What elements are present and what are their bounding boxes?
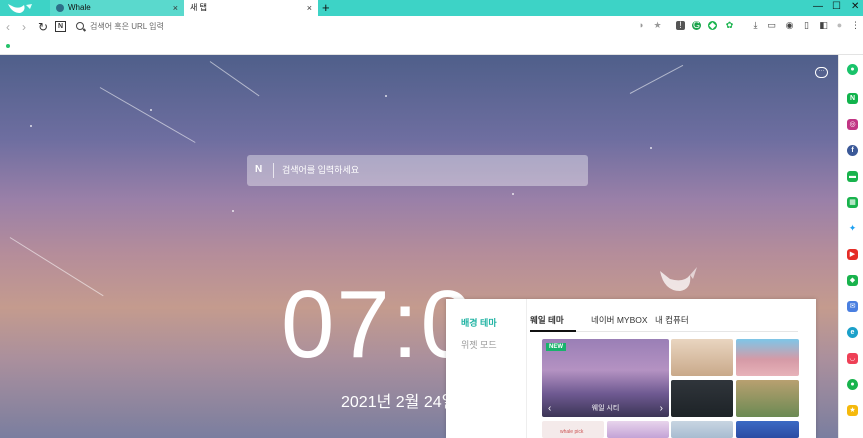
star-dot: [30, 125, 32, 127]
shield-icon[interactable]: ◗: [636, 20, 647, 31]
line-icon[interactable]: ▬: [847, 171, 858, 182]
whale-icon[interactable]: ●: [847, 64, 858, 75]
chevron-right-icon[interactable]: ›: [660, 403, 663, 414]
search-input[interactable]: 검색어를 입력하세요: [282, 164, 359, 177]
search-icon: [76, 22, 84, 30]
tab-new[interactable]: 새 탭 ×: [184, 0, 318, 16]
theme-thumb[interactable]: [736, 380, 799, 417]
reload-icon[interactable]: ↻: [38, 19, 48, 35]
right-sidebar: ● N ◎ f ▬ ▦ ✦ ▶ ◆ ✉ e ◡ ● ★: [838, 55, 863, 438]
close-window-icon[interactable]: ✕: [851, 0, 859, 14]
tab-strip: Whale × 새 탭 × + — ☐ ✕: [0, 0, 863, 16]
close-icon[interactable]: ×: [173, 0, 178, 16]
whale-logo-icon[interactable]: [6, 1, 36, 15]
star-icon[interactable]: ★: [847, 405, 858, 416]
minimize-icon[interactable]: —: [813, 0, 823, 14]
video-icon[interactable]: ▭: [766, 20, 777, 31]
close-icon[interactable]: ×: [307, 0, 312, 16]
facebook-icon[interactable]: f: [847, 145, 858, 156]
pocket-icon[interactable]: ◡: [847, 353, 858, 364]
camera-icon[interactable]: ◉: [784, 20, 795, 31]
tab-my-computer[interactable]: 내 컴퓨터: [655, 314, 689, 326]
translate-icon[interactable]: ◆: [708, 21, 717, 30]
new-tab-button[interactable]: +: [322, 0, 330, 16]
tab-title: Whale: [68, 3, 91, 12]
theme-thumb[interactable]: [736, 421, 799, 438]
side-item-widget-mode[interactable]: 위젯 모드: [461, 338, 497, 351]
bookmark-star-icon[interactable]: ★: [652, 20, 663, 31]
meteor-streak: [209, 61, 260, 97]
theme-thumb-label: whale pick: [560, 429, 584, 435]
new-tab-page: ··· N 검색어를 입력하세요 07:0 2021년 2월 24일 배경 테마…: [0, 55, 838, 438]
tab-naver-mybox[interactable]: 네이버 MYBOX: [591, 314, 648, 326]
theme-thumb[interactable]: [736, 339, 799, 376]
reader-icon[interactable]: ▯: [801, 20, 812, 31]
side-item-background-theme[interactable]: 배경 테마: [461, 316, 497, 329]
theme-thumb[interactable]: [607, 421, 669, 438]
naver-icon[interactable]: N: [847, 93, 858, 104]
maximize-icon[interactable]: ☐: [832, 0, 841, 14]
menu-icon[interactable]: ⋮: [850, 20, 861, 31]
alarm-icon[interactable]: ◆: [847, 275, 858, 286]
search-box[interactable]: N 검색어를 입력하세요: [247, 155, 588, 186]
theme-thumb[interactable]: [671, 421, 733, 438]
twitter-icon[interactable]: ✦: [847, 223, 858, 234]
tab-title: 새 탭: [190, 3, 207, 12]
star-dot: [150, 109, 152, 111]
active-tab-indicator: [530, 330, 576, 332]
meteor-streak: [9, 237, 104, 297]
tab-whale[interactable]: Whale ×: [50, 0, 184, 16]
star-dot: [512, 193, 514, 195]
chat-icon[interactable]: ●: [847, 379, 858, 390]
whale-favicon-icon: [56, 4, 64, 12]
forward-icon[interactable]: ›: [22, 19, 26, 35]
whale-watermark-icon: [660, 267, 697, 291]
bookmark-bar: [0, 38, 863, 55]
feedback-chat-icon[interactable]: ···: [815, 67, 828, 78]
meteor-streak: [99, 87, 196, 143]
toolbar: ‹ › ↻ N 검색어 혹은 URL 입력 ◗ ★ ! G ◆ ✿ ⤓ ▭ ◉ …: [0, 16, 863, 38]
naver-icon: N: [255, 164, 263, 175]
meteor-streak: [629, 64, 684, 94]
edge-icon[interactable]: e: [847, 327, 858, 338]
theme-caption: 웨일 시티: [591, 405, 620, 412]
profile-icon[interactable]: ●: [834, 20, 845, 31]
bookmark-icon[interactable]: [6, 44, 10, 48]
star-dot: [385, 95, 387, 97]
clock-date: 2021년 2월 24일: [341, 394, 457, 411]
theme-thumb[interactable]: whale pick: [542, 421, 604, 438]
tab-whale-theme[interactable]: 웨일 테마: [530, 314, 564, 326]
sidebar-toggle-icon[interactable]: ◧: [818, 20, 829, 31]
youtube-icon[interactable]: ▶: [847, 249, 858, 260]
theme-thumb-featured[interactable]: NEW ‹ 웨일 시티 ›: [542, 339, 669, 417]
back-icon[interactable]: ‹: [6, 19, 10, 35]
star-dot: [232, 210, 234, 212]
grammarly-icon[interactable]: G: [692, 21, 701, 30]
address-input[interactable]: 검색어 혹은 URL 입력: [90, 21, 164, 33]
download-icon[interactable]: ⤓: [750, 20, 761, 31]
new-badge: NEW: [546, 343, 566, 351]
mail-icon[interactable]: ✉: [847, 301, 858, 312]
theme-thumb[interactable]: [671, 380, 733, 417]
theme-thumb[interactable]: [671, 339, 733, 376]
theme-panel-side: 배경 테마 위젯 모드: [446, 299, 527, 438]
theme-panel: 배경 테마 위젯 모드 웨일 테마 네이버 MYBOX 내 컴퓨터 NEW ‹ …: [446, 299, 816, 438]
divider: [273, 163, 274, 178]
calc-icon[interactable]: ▦: [847, 197, 858, 208]
extension-icon[interactable]: !: [676, 21, 685, 30]
star-dot: [650, 147, 652, 149]
instagram-icon[interactable]: ◎: [847, 119, 858, 130]
plant-icon[interactable]: ✿: [724, 20, 735, 31]
naver-home-icon[interactable]: N: [55, 21, 66, 32]
